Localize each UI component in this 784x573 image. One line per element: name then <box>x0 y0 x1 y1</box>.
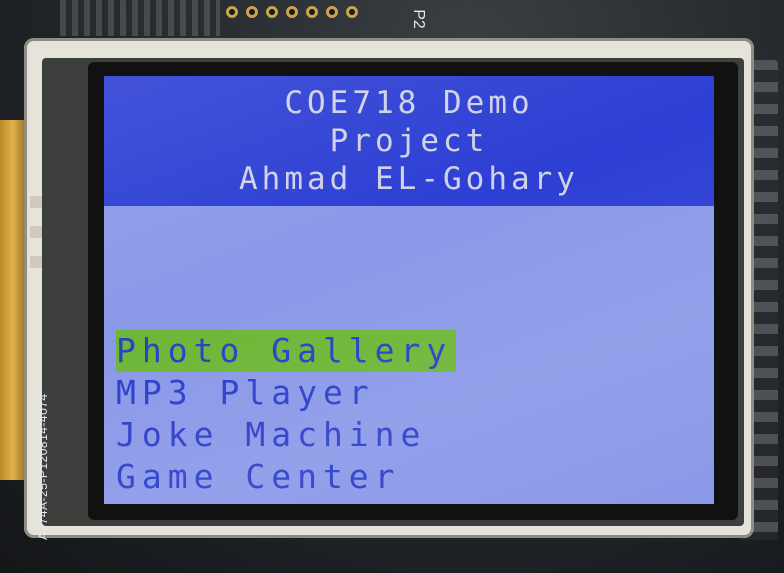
menu-item-photo-gallery[interactable]: Photo Gallery <box>116 330 457 372</box>
pin <box>286 6 298 18</box>
menu-item-joke-machine[interactable]: Joke Machine <box>116 414 430 456</box>
connector-label: P2 <box>409 9 427 29</box>
pin <box>226 6 238 18</box>
pin <box>346 6 358 18</box>
menu-item-mp3-player[interactable]: MP3 Player <box>116 372 379 414</box>
title-banner: COE718 Demo Project Ahmad EL-Gohary <box>104 76 714 206</box>
pin <box>326 6 338 18</box>
title-line-2: Project <box>329 123 489 159</box>
flex-cable <box>0 120 26 480</box>
main-menu: Photo Gallery MP3 Player Joke Machine Ga… <box>116 330 714 498</box>
pin <box>306 6 318 18</box>
pin <box>266 6 278 18</box>
title-line-1: COE718 Demo <box>284 85 534 121</box>
menu-item-game-center[interactable]: Game Center <box>116 456 405 498</box>
title-line-3: Ahmad EL-Gohary <box>239 161 579 197</box>
connector-pins <box>226 6 358 18</box>
lcd-screen: COE718 Demo Project Ahmad EL-Gohary Phot… <box>104 76 714 504</box>
panel-part-number: A774A-25-P120814-4074 <box>36 393 50 540</box>
pin <box>246 6 258 18</box>
pin-header <box>60 0 220 36</box>
